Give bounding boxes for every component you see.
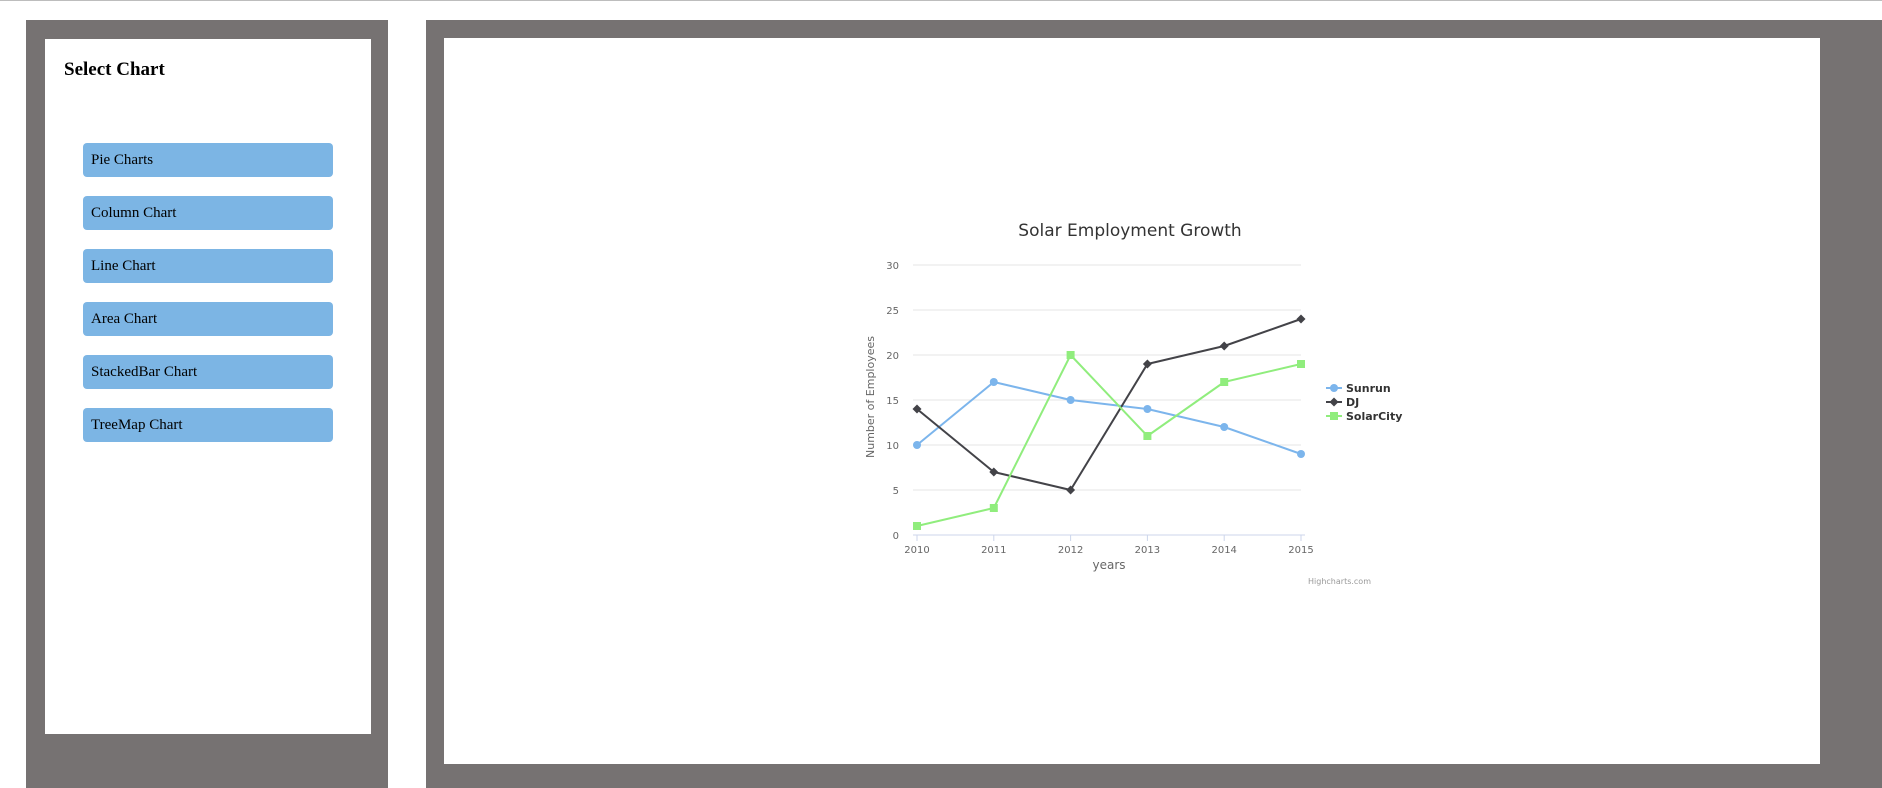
chart-title: Solar Employment Growth — [1018, 221, 1241, 241]
chart-display-panel: Solar Employment Growth 0 5 10 15 20 25 30 2010… — [426, 20, 1882, 788]
chart-credits[interactable]: Highcharts.com — [1308, 577, 1371, 586]
x-axis-title: years — [1092, 558, 1125, 572]
point-sunrun-2013[interactable] — [1143, 405, 1152, 413]
chart-selector-panel: Select Chart Pie Charts Column Chart Lin… — [26, 20, 388, 788]
x-tick-label: 2015 — [1288, 545, 1313, 556]
y-tick-label: 5 — [893, 486, 899, 497]
point-sunrun-2015[interactable] — [1297, 450, 1305, 458]
legend-label-sunrun: Sunrun — [1346, 382, 1391, 395]
legend-marker-solarcity — [1330, 412, 1338, 420]
x-tick-label: 2011 — [981, 545, 1006, 556]
y-tick-label: 25 — [886, 306, 899, 317]
point-solarcity-2014[interactable] — [1220, 378, 1229, 386]
pie-charts-button[interactable]: Pie Charts — [83, 143, 333, 177]
treemap-chart-button[interactable]: TreeMap Chart — [83, 408, 333, 442]
point-solarcity-2011[interactable] — [989, 504, 998, 512]
series-lines — [912, 314, 1306, 530]
legend-marker-sunrun — [1330, 384, 1338, 392]
legend-item-dj[interactable]: DJ — [1326, 396, 1359, 409]
line-chart: Solar Employment Growth 0 5 10 15 20 25 30 2010… — [864, 221, 1402, 586]
legend-item-sunrun[interactable]: Sunrun — [1326, 382, 1391, 395]
y-tick-label: 20 — [886, 351, 899, 362]
y-tick-label: 10 — [886, 441, 899, 452]
select-chart-title: Select Chart — [64, 59, 165, 80]
point-solarcity-2012[interactable] — [1066, 351, 1075, 359]
point-sunrun-2012[interactable] — [1066, 396, 1075, 404]
legend: SunrunDJSolarCity — [1326, 382, 1402, 423]
legend-marker-dj — [1329, 397, 1339, 407]
point-sunrun-2014[interactable] — [1220, 423, 1229, 431]
y-tick-label: 30 — [886, 261, 899, 272]
x-tick-label: 2012 — [1058, 545, 1083, 556]
axes: 0 5 10 15 20 25 30 2010 2011 2012 2013 2014 2015 — [886, 261, 1313, 556]
point-sunrun-2010[interactable] — [913, 441, 921, 449]
x-tick-label: 2013 — [1135, 545, 1160, 556]
x-tick-label: 2014 — [1211, 545, 1236, 556]
chart-type-menu: Pie Charts Column Chart Line Chart Area … — [83, 143, 333, 461]
y-tick-label: 0 — [893, 531, 899, 542]
legend-label-dj: DJ — [1346, 396, 1359, 409]
point-dj-2014[interactable] — [1219, 341, 1229, 351]
point-solarcity-2015[interactable] — [1297, 360, 1305, 368]
series-line-solarcity[interactable] — [916, 354, 1302, 527]
column-chart-button[interactable]: Column Chart — [83, 196, 333, 230]
point-dj-2012[interactable] — [1066, 485, 1076, 495]
y-tick-label: 15 — [886, 396, 899, 407]
top-border-line — [0, 0, 1882, 1]
x-tick-label: 2010 — [904, 545, 929, 556]
legend-label-solarcity: SolarCity — [1346, 410, 1402, 423]
line-chart-button[interactable]: Line Chart — [83, 249, 333, 283]
chart-display-card: Solar Employment Growth 0 5 10 15 20 25 30 2010… — [444, 38, 1820, 764]
legend-item-solarcity[interactable]: SolarCity — [1326, 410, 1402, 423]
point-dj-2013[interactable] — [1142, 359, 1152, 369]
area-chart-button[interactable]: Area Chart — [83, 302, 333, 336]
series-line-sunrun[interactable] — [916, 381, 1302, 455]
point-solarcity-2010[interactable] — [913, 522, 921, 530]
point-dj-2015[interactable] — [1296, 314, 1306, 324]
y-axis-title: Number of Employees — [864, 336, 877, 458]
stackedbar-chart-button[interactable]: StackedBar Chart — [83, 355, 333, 389]
chart-selector-card: Select Chart Pie Charts Column Chart Lin… — [45, 39, 371, 734]
point-sunrun-2011[interactable] — [989, 378, 998, 386]
point-solarcity-2013[interactable] — [1143, 432, 1152, 440]
